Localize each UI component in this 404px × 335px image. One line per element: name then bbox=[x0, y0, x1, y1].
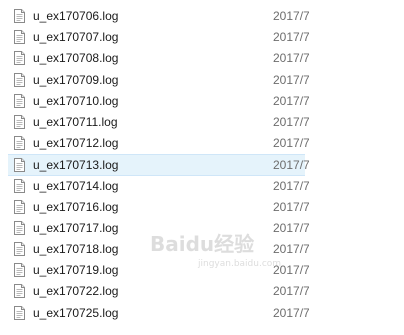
text-file-icon bbox=[14, 114, 25, 129]
text-file-icon bbox=[14, 178, 25, 193]
file-date-modified: 2017/7 bbox=[273, 136, 309, 151]
file-name: u_ex170716.log bbox=[33, 199, 119, 214]
file-row[interactable]: u_ex170712.log 2017/7 bbox=[0, 133, 404, 154]
file-name: u_ex170707.log bbox=[33, 30, 119, 45]
file-row[interactable]: u_ex170714.log 2017/7 bbox=[0, 176, 404, 197]
file-date-modified: 2017/7 bbox=[273, 93, 309, 108]
file-row[interactable]: u_ex170707.log 2017/7 bbox=[0, 27, 404, 48]
file-name: u_ex170717.log bbox=[33, 220, 119, 235]
file-name: u_ex170706.log bbox=[33, 9, 119, 23]
text-file-icon bbox=[14, 93, 25, 108]
text-file-icon bbox=[14, 305, 25, 320]
file-row[interactable]: u_ex170709.log 2017/7 bbox=[0, 70, 404, 91]
file-date-modified: 2017/7 bbox=[273, 220, 309, 235]
file-date-modified: 2017/7 bbox=[273, 178, 309, 193]
file-row[interactable]: u_ex170708.log 2017/7 bbox=[0, 48, 404, 69]
file-name: u_ex170709.log bbox=[33, 72, 119, 87]
text-file-icon bbox=[14, 220, 25, 235]
file-row[interactable]: u_ex170718.log 2017/7 bbox=[0, 239, 404, 260]
file-name: u_ex170708.log bbox=[33, 51, 119, 66]
file-list: u_ex170706.log 2017/7 u_ex170707.log 201… bbox=[0, 6, 404, 324]
file-date-modified: 2017/7 bbox=[273, 30, 309, 45]
file-row[interactable]: u_ex170711.log 2017/7 bbox=[0, 112, 404, 133]
file-date-modified: 2017/7 bbox=[273, 305, 309, 320]
file-row[interactable]: u_ex170710.log 2017/7 bbox=[0, 91, 404, 112]
file-name: u_ex170725.log bbox=[33, 305, 119, 320]
text-file-icon bbox=[14, 72, 25, 87]
file-date-modified: 2017/7 bbox=[273, 284, 309, 299]
file-name: u_ex170714.log bbox=[33, 178, 119, 193]
file-date-modified: 2017/7 bbox=[273, 114, 309, 129]
file-date-modified: 2017/7 bbox=[273, 242, 309, 257]
file-row[interactable]: u_ex170719.log 2017/7 bbox=[0, 260, 404, 281]
file-row[interactable]: u_ex170713.log 2017/7 bbox=[8, 154, 309, 176]
text-file-icon bbox=[14, 263, 25, 278]
file-date-modified: 2017/7 bbox=[273, 199, 309, 214]
text-file-icon bbox=[14, 284, 25, 299]
file-name: u_ex170712.log bbox=[33, 136, 119, 151]
file-name: u_ex170722.log bbox=[33, 284, 119, 299]
file-row[interactable]: u_ex170725.log 2017/7 bbox=[0, 303, 404, 324]
file-name: u_ex170713.log bbox=[33, 158, 119, 173]
text-file-icon bbox=[14, 199, 25, 214]
text-file-icon bbox=[14, 51, 25, 66]
file-date-modified: 2017/7 bbox=[273, 51, 309, 66]
file-date-modified: 2017/7 bbox=[273, 158, 309, 173]
file-date-modified: 2017/7 bbox=[273, 263, 309, 278]
text-file-icon bbox=[14, 136, 25, 151]
file-row[interactable]: u_ex170706.log 2017/7 bbox=[0, 6, 404, 27]
file-row[interactable]: u_ex170717.log 2017/7 bbox=[0, 218, 404, 239]
file-name: u_ex170719.log bbox=[33, 263, 119, 278]
file-date-modified: 2017/7 bbox=[273, 9, 309, 23]
text-file-icon bbox=[14, 242, 25, 257]
file-date-modified: 2017/7 bbox=[273, 72, 309, 87]
file-name: u_ex170711.log bbox=[33, 114, 118, 129]
text-file-icon bbox=[14, 158, 25, 173]
file-name: u_ex170718.log bbox=[33, 242, 119, 257]
file-name: u_ex170710.log bbox=[33, 93, 119, 108]
text-file-icon bbox=[14, 30, 25, 45]
file-row[interactable]: u_ex170722.log 2017/7 bbox=[0, 281, 404, 302]
text-file-icon bbox=[14, 9, 25, 23]
file-row[interactable]: u_ex170716.log 2017/7 bbox=[0, 197, 404, 218]
